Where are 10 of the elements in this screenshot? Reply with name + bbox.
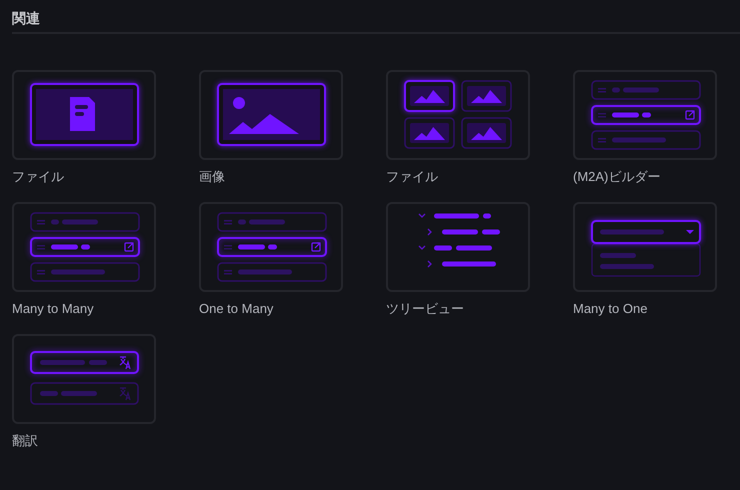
interface-label: One to Many — [199, 301, 274, 317]
interface-label: Many to Many — [12, 301, 94, 317]
interface-label: ファイル — [12, 169, 64, 185]
interface-label: (M2A)ビルダー — [573, 169, 660, 185]
interface-label: 翻訳 — [12, 433, 38, 449]
interface-label: ファイル — [386, 169, 438, 185]
interface-label: 画像 — [199, 169, 225, 185]
interface-label: ツリービュー — [386, 301, 464, 317]
section-title: 関連 — [12, 9, 41, 28]
interface-label: Many to One — [573, 301, 648, 317]
